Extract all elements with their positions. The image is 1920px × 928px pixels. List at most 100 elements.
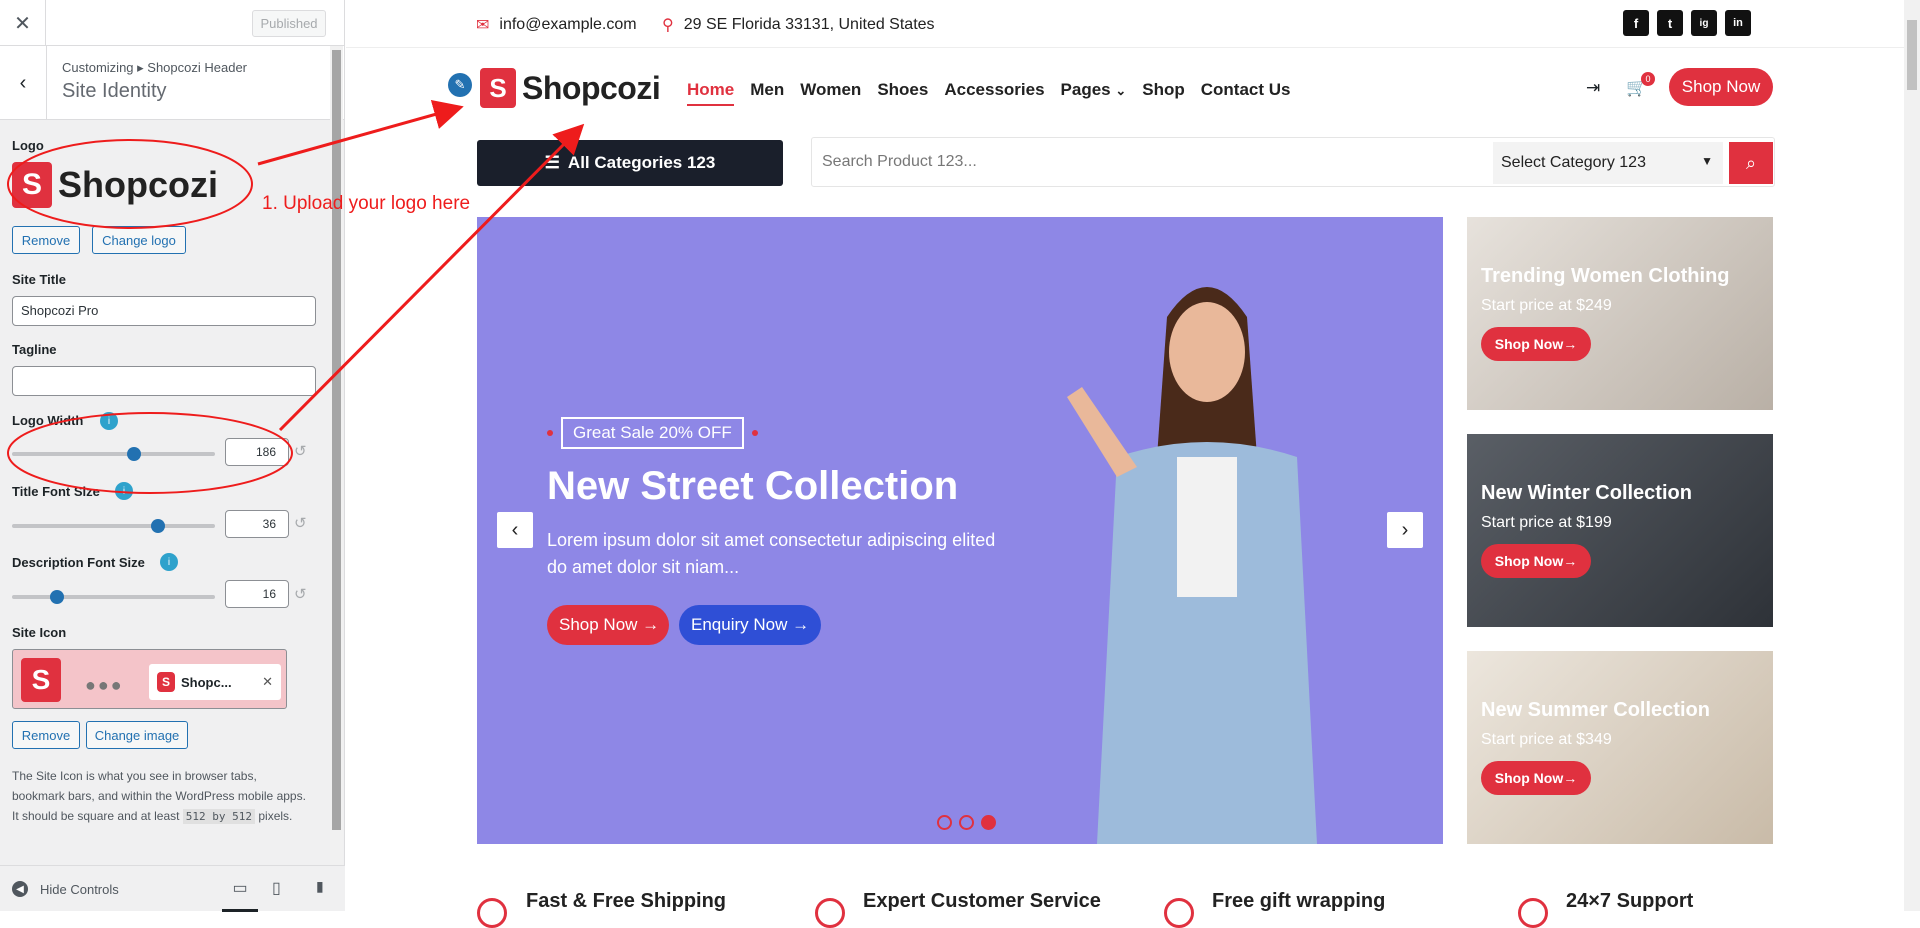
email-info: ✉ info@example.com [476, 15, 637, 35]
logo-width-slider[interactable] [12, 447, 215, 461]
nav-women[interactable]: Women [800, 80, 861, 106]
side-banner-summer[interactable]: New Summer Collection Start price at $34… [1467, 651, 1773, 844]
map-pin-icon: ⚲ [662, 17, 674, 34]
breadcrumb: Customizing ▸ Shopcozi Header [62, 60, 248, 75]
shipping-icon [477, 898, 507, 928]
site-icon-preview: S ●●● S Shopc... ✕ [12, 649, 287, 709]
page-scroll-thumb[interactable] [1907, 20, 1917, 90]
nav-shop[interactable]: Shop [1142, 80, 1185, 106]
shopcozi-bag-icon: S [480, 68, 516, 108]
browser-tab: S Shopc... ✕ [149, 664, 281, 700]
shopcozi-bag-icon: S [21, 658, 61, 702]
slider-knob[interactable] [49, 590, 64, 604]
back-arrow-icon[interactable]: ‹ [0, 46, 47, 120]
reset-icon[interactable]: ↺ [294, 442, 307, 460]
nav-contact[interactable]: Contact Us [1201, 80, 1291, 106]
gift-icon [1164, 898, 1194, 928]
mobile-preview-icon[interactable]: ▮ [316, 878, 324, 895]
side-banner-button[interactable]: Shop Now→ [1481, 761, 1591, 795]
nav-pages[interactable]: Pages ⌄ [1061, 80, 1127, 106]
hide-controls-button[interactable]: Hide Controls [40, 882, 119, 897]
icon-size-code: 512 by 512 [182, 809, 256, 824]
side-banner-title: Trending Women Clothing [1481, 265, 1730, 287]
feature-shipping: Fast & Free Shipping [526, 890, 727, 912]
category-select[interactable]: Select Category 123 ▼ [1493, 142, 1723, 184]
nav-home[interactable]: Home [687, 80, 735, 106]
icon-desc-end: pixels. [258, 809, 293, 823]
browser-dots-icon: ●●● [85, 675, 124, 695]
site-icon-label: Site Icon [12, 625, 67, 640]
tab-close-icon: ✕ [262, 674, 273, 689]
side-banner-title: New Winter Collection [1481, 482, 1692, 504]
hero-shop-now-button[interactable]: Shop Now → [547, 605, 669, 645]
reset-icon[interactable]: ↺ [294, 585, 307, 603]
category-select-label: Select Category 123 [1501, 154, 1646, 171]
reset-icon[interactable]: ↺ [294, 514, 307, 532]
all-categories-button[interactable]: ☰ All Categories 123 [477, 140, 783, 186]
sidebar-scroll-thumb[interactable] [332, 50, 341, 830]
slider-knob[interactable] [126, 447, 141, 461]
feature-service: Expert Customer Service [863, 890, 1101, 912]
shop-now-header-button[interactable]: Shop Now [1669, 68, 1773, 106]
change-image-button[interactable]: Change image [86, 721, 188, 749]
site-preview: ✉ info@example.com ⚲ 29 SE Florida 33131… [346, 0, 1920, 928]
search-bar: Search Product 123... Select Category 12… [811, 137, 1775, 187]
desc-font-input[interactable]: 16 [225, 580, 289, 608]
slide-dot-active[interactable] [981, 815, 996, 830]
nav-accessories[interactable]: Accessories [944, 80, 1044, 106]
info-icon[interactable]: i [160, 553, 178, 571]
info-icon[interactable]: i [115, 482, 133, 500]
tagline-input[interactable] [12, 366, 316, 396]
nav-pages-label: Pages [1060, 80, 1111, 99]
instagram-icon[interactable]: ig [1691, 10, 1717, 36]
slide-dot[interactable] [937, 815, 952, 830]
shopcozi-bag-icon: S [12, 162, 52, 208]
side-banner-winter[interactable]: New Winter Collection Start price at $19… [1467, 434, 1773, 627]
change-logo-button[interactable]: Change logo [92, 226, 186, 254]
facebook-icon[interactable]: f [1623, 10, 1649, 36]
next-slide-arrow-icon[interactable]: › [1387, 512, 1423, 548]
search-button[interactable]: ⌕ [1729, 142, 1773, 184]
side-banner-women[interactable]: Trending Women Clothing Start price at $… [1467, 217, 1773, 410]
site-title-input[interactable]: Shopcozi Pro [12, 296, 316, 326]
title-font-slider[interactable] [12, 519, 215, 533]
search-input[interactable]: Search Product 123... [822, 153, 977, 171]
enquiry-now-button[interactable]: Enquiry Now → [679, 605, 821, 645]
title-font-input[interactable]: 36 [225, 510, 289, 538]
published-button[interactable]: Published [252, 10, 326, 37]
edit-pencil-icon[interactable]: ✎ [448, 73, 472, 97]
side-banner-button[interactable]: Shop Now→ [1481, 544, 1591, 578]
prev-slide-arrow-icon[interactable]: ‹ [497, 512, 533, 548]
slider-knob[interactable] [151, 519, 166, 533]
customizer-footer: ◀ Hide Controls ▭ ▯ ▮ [0, 865, 345, 912]
logo-width-label: Logo Width [12, 413, 84, 428]
side-banner-button[interactable]: Shop Now→ [1481, 327, 1591, 361]
customizer-header: ✕ Published [0, 0, 344, 46]
remove-icon-button[interactable]: Remove [12, 721, 80, 749]
site-logo[interactable]: S Shopcozi [480, 68, 661, 108]
remove-logo-button[interactable]: Remove [12, 226, 80, 254]
close-icon[interactable]: ✕ [0, 0, 46, 46]
twitter-icon[interactable]: t [1657, 10, 1683, 36]
tablet-preview-icon[interactable]: ▯ [272, 878, 281, 898]
info-icon[interactable]: i [100, 412, 118, 430]
side-banner-price: Start price at $249 [1481, 297, 1612, 314]
dot-icon [547, 430, 553, 436]
desc-font-label: Description Font Size [12, 555, 145, 570]
login-icon[interactable]: ⇥ [1586, 78, 1600, 98]
hide-controls-icon[interactable]: ◀ [12, 881, 28, 897]
caret-down-icon: ▼ [1701, 154, 1713, 168]
logo-width-input[interactable]: 186 [225, 438, 289, 466]
linkedin-icon[interactable]: in [1725, 10, 1751, 36]
annotation-text: 1. Upload your logo here [262, 193, 471, 214]
cart-count-badge: 0 [1641, 72, 1655, 86]
section-header: ‹ Customizing ▸ Shopcozi Header Site Ide… [0, 46, 344, 120]
hero-text: Lorem ipsum dolor sit amet consectetur a… [547, 530, 996, 577]
slide-dot[interactable] [959, 815, 974, 830]
email-text[interactable]: info@example.com [499, 16, 636, 34]
page-scrollbar[interactable] [1904, 0, 1920, 911]
desktop-preview-icon[interactable]: ▭ [222, 878, 258, 912]
desc-font-slider[interactable] [12, 590, 215, 604]
nav-men[interactable]: Men [750, 80, 784, 106]
nav-shoes[interactable]: Shoes [877, 80, 928, 106]
